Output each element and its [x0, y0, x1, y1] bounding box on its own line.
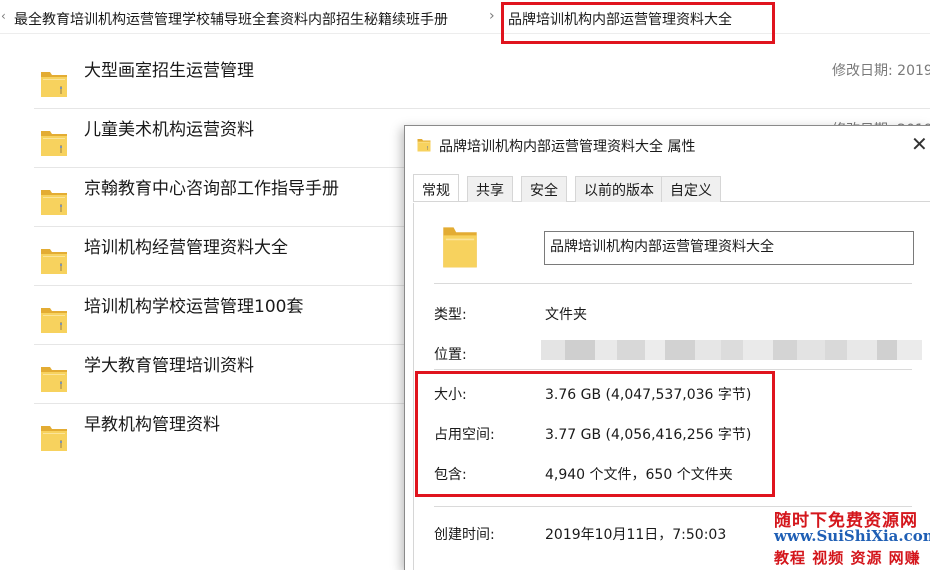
modified-date: 修改日期: 2019 [832, 63, 930, 79]
item-name: 培训机构经营管理资料大全 [84, 238, 288, 258]
chevron-left-icon[interactable]: ‹ [1, 9, 6, 23]
tab-previous-versions[interactable]: 以前的版本 [575, 176, 663, 202]
breadcrumb-parent[interactable]: 最全教育培训机构运营管理学校辅导班全套资料内部招生秘籍续班手册 [14, 9, 448, 29]
item-name: 培训机构学校运营管理100套 [84, 297, 304, 317]
divider [434, 369, 912, 370]
tab-general[interactable]: 常规 [413, 174, 459, 201]
created-value: 2019年10月11日，7:50:03 [545, 527, 727, 543]
folder-icon [41, 249, 67, 274]
address-bar[interactable]: ‹ 最全教育培训机构运营管理学校辅导班全套资料内部招生秘籍续班手册 › 品牌培训… [0, 0, 930, 34]
folder-icon [417, 139, 431, 152]
folder-icon [41, 190, 67, 215]
item-name: 学大教育管理培训资料 [84, 356, 254, 376]
folder-icon [41, 426, 67, 451]
item-name: 京翰教育中心咨询部工作指导手册 [84, 179, 339, 199]
folder-name-input[interactable]: 品牌培训机构内部运营管理资料大全 [544, 231, 914, 265]
folder-icon [41, 72, 67, 97]
watermark-tagline: 教程 视频 资源 网赚 [774, 549, 921, 567]
item-name: 大型画室招生运营管理 [84, 61, 254, 81]
tab-security[interactable]: 安全 [521, 176, 567, 202]
highlight-box [415, 371, 775, 497]
divider [434, 283, 912, 284]
folder-icon [41, 367, 67, 392]
properties-dialog: 品牌培训机构内部运营管理资料大全 属性 ✕ 常规 共享 安全 以前的版本 自定义… [404, 125, 930, 570]
watermark: 随时下免费资源网 www.SuiShiXia.com 教程 视频 资源 网赚 [770, 506, 930, 570]
type-label: 类型: [434, 307, 467, 323]
list-item[interactable]: 大型画室招生运营管理 修改日期: 2019 [34, 50, 930, 109]
tab-strip: 常规 共享 安全 以前的版本 自定义 [413, 174, 930, 202]
type-value: 文件夹 [545, 307, 587, 323]
item-name: 早教机构管理资料 [84, 415, 220, 435]
dialog-titlebar[interactable]: 品牌培训机构内部运营管理资料大全 属性 ✕ [405, 126, 930, 164]
item-name: 儿童美术机构运营资料 [84, 120, 254, 140]
location-value-blurred [541, 340, 922, 360]
tab-customize[interactable]: 自定义 [661, 176, 721, 202]
close-icon[interactable]: ✕ [911, 132, 928, 156]
folder-icon [41, 131, 67, 156]
breadcrumb-chevron-icon[interactable]: › [489, 8, 495, 24]
created-label: 创建时间: [434, 527, 495, 543]
folder-icon [41, 308, 67, 333]
folder-icon [443, 227, 477, 268]
dialog-title: 品牌培训机构内部运营管理资料大全 属性 [439, 139, 696, 155]
watermark-url: www.SuiShiXia.com [774, 527, 930, 545]
highlight-box [501, 2, 775, 44]
location-label: 位置: [434, 347, 467, 363]
tab-sharing[interactable]: 共享 [467, 176, 513, 202]
